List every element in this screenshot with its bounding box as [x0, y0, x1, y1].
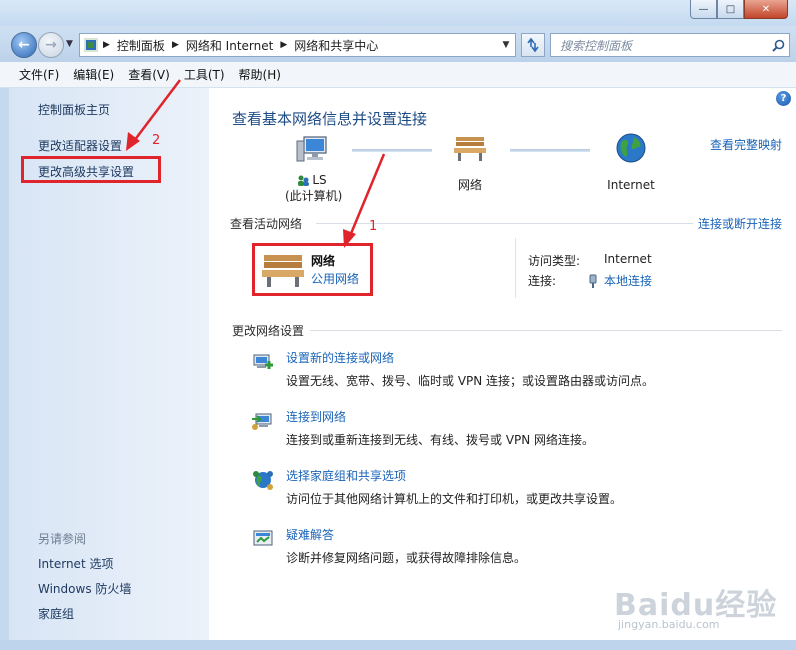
task-troubleshoot: 疑难解答 诊断并修复网络问题，或获得故障排除信息。: [251, 526, 791, 566]
address-dropdown-icon[interactable]: ▼: [497, 40, 515, 50]
sidebar-link-homegroup[interactable]: 家庭组: [38, 605, 74, 622]
window-bottom-edge: [0, 640, 796, 650]
troubleshoot-description: 诊断并修复网络问题，或获得故障排除信息。: [286, 551, 527, 565]
network-map-label: 网络: [457, 178, 482, 192]
map-node-internet[interactable]: Internet: [601, 132, 661, 192]
forward-button[interactable]: →: [38, 32, 64, 58]
park-bench-icon: [262, 255, 304, 287]
address-bar[interactable]: ▶ 控制面板 ▶ 网络和 Internet ▶ 网络和共享中心 ▼: [79, 33, 516, 57]
connect-network-link[interactable]: 连接到网络: [286, 408, 346, 425]
main-content: ? 查看基本网络信息并设置连接 查看完整映射 LS (此计算机) 网络 Inte…: [209, 88, 796, 640]
network-location-type-link[interactable]: 公用网络: [311, 270, 359, 287]
local-connection-link[interactable]: 本地连接: [587, 272, 652, 289]
annotation-number-1: 1: [369, 219, 378, 234]
map-node-computer[interactable]: LS (此计算机): [285, 135, 343, 204]
view-full-map-link[interactable]: 查看完整映射: [710, 136, 782, 153]
menu-file[interactable]: 文件(F): [12, 66, 66, 83]
computer-subtitle: (此计算机): [285, 189, 343, 203]
chevron-right-icon[interactable]: ▶: [280, 40, 287, 50]
sidebar-link-windows-firewall[interactable]: Windows 防火墙: [38, 580, 131, 597]
troubleshoot-link[interactable]: 疑难解答: [286, 526, 334, 543]
search-box[interactable]: 搜索控制面板: [550, 33, 790, 57]
map-node-network[interactable]: 网络: [447, 134, 493, 193]
task-setup-connection: 设置新的连接或网络 设置无线、宽带、拨号、临时或 VPN 连接；或设置路由器或访…: [251, 349, 791, 389]
computer-icon: [296, 136, 327, 162]
homegroup-sharing-description: 访问位于其他网络计算机上的文件和打印机，或更改共享设置。: [286, 492, 623, 506]
active-network-name: 网络: [311, 254, 336, 268]
connection-label: 连接:: [528, 274, 557, 288]
vertical-divider: [515, 238, 516, 298]
recent-pages-dropdown-icon[interactable]: ▼: [66, 39, 73, 49]
homegroup-sharing-link[interactable]: 选择家庭组和共享选项: [286, 467, 406, 484]
connect-network-icon: [252, 413, 272, 430]
active-networks-heading: 查看活动网络: [230, 217, 303, 231]
homegroup-icon: [253, 471, 273, 490]
control-panel-icon: [84, 38, 98, 52]
troubleshoot-icon: [253, 530, 273, 546]
annotation-highlight-advanced-sharing: [21, 156, 161, 183]
breadcrumb-control-panel[interactable]: 控制面板: [117, 37, 165, 54]
local-connection-text[interactable]: 本地连接: [604, 272, 652, 289]
new-connection-icon: [253, 354, 273, 369]
watermark: Baidu经验 jingyan.baidu.com: [614, 580, 789, 636]
annotation-number-2: 2: [152, 133, 161, 148]
refresh-button[interactable]: [521, 33, 545, 57]
active-network-box: 网络 公用网络: [252, 243, 373, 296]
computer-name: LS: [312, 173, 327, 187]
close-button[interactable]: ✕: [744, 0, 788, 19]
maximize-button[interactable]: □: [717, 0, 744, 19]
navigation-bar: ← → ▼ ▶ 控制面板 ▶ 网络和 Internet ▶ 网络和共享中心 ▼ …: [0, 26, 796, 62]
menu-bar: 文件(F) 编辑(E) 查看(V) 工具(T) 帮助(H): [0, 62, 796, 88]
search-input[interactable]: 搜索控制面板: [551, 37, 767, 54]
section-divider: [310, 330, 782, 331]
title-bar: — □ ✕: [0, 0, 796, 26]
page-title: 查看基本网络信息并设置连接: [232, 110, 428, 128]
breadcrumb-network-internet[interactable]: 网络和 Internet: [186, 37, 273, 54]
search-icon[interactable]: [767, 39, 789, 52]
see-also-heading: 另请参阅: [38, 532, 87, 546]
sidebar-link-home[interactable]: 控制面板主页: [38, 101, 110, 118]
setup-connection-description: 设置无线、宽带、拨号、临时或 VPN 连接；或设置路由器或访问点。: [286, 374, 655, 388]
setup-connection-link[interactable]: 设置新的连接或网络: [286, 349, 394, 366]
task-homegroup-sharing: 选择家庭组和共享选项 访问位于其他网络计算机上的文件和打印机，或更改共享设置。: [251, 467, 791, 507]
menu-help[interactable]: 帮助(H): [232, 66, 288, 83]
network-users-icon: [298, 175, 310, 186]
minimize-button[interactable]: —: [690, 0, 717, 19]
internet-map-label: Internet: [607, 178, 655, 192]
connect-disconnect-link[interactable]: 连接或断开连接: [698, 215, 782, 232]
change-settings-heading: 更改网络设置: [232, 324, 305, 338]
chevron-right-icon[interactable]: ▶: [103, 40, 110, 50]
ethernet-icon: [589, 274, 597, 288]
globe-icon: [616, 133, 646, 163]
connect-network-description: 连接到或重新连接到无线、有线、拨号或 VPN 网络连接。: [286, 433, 595, 447]
park-bench-icon: [454, 137, 486, 161]
sidebar-link-adapter-settings[interactable]: 更改适配器设置: [38, 137, 122, 154]
menu-view[interactable]: 查看(V): [121, 66, 177, 83]
window-controls: — □ ✕: [690, 0, 788, 19]
map-connection-line: [352, 149, 432, 152]
access-type-value: Internet: [604, 252, 652, 266]
sidebar-link-internet-options[interactable]: Internet 选项: [38, 555, 113, 572]
menu-edit[interactable]: 编辑(E): [66, 66, 121, 83]
refresh-icon: [527, 37, 539, 53]
chevron-right-icon[interactable]: ▶: [172, 40, 179, 50]
menu-tools[interactable]: 工具(T): [177, 66, 232, 83]
map-connection-line: [510, 149, 590, 152]
task-connect-network: 连接到网络 连接到或重新连接到无线、有线、拨号或 VPN 网络连接。: [251, 408, 791, 448]
breadcrumb-network-sharing-center[interactable]: 网络和共享中心: [294, 37, 378, 54]
help-icon[interactable]: ?: [776, 91, 791, 106]
back-button[interactable]: ←: [11, 32, 37, 58]
watermark-url: jingyan.baidu.com: [618, 618, 720, 631]
access-type-label: 访问类型:: [528, 254, 581, 268]
